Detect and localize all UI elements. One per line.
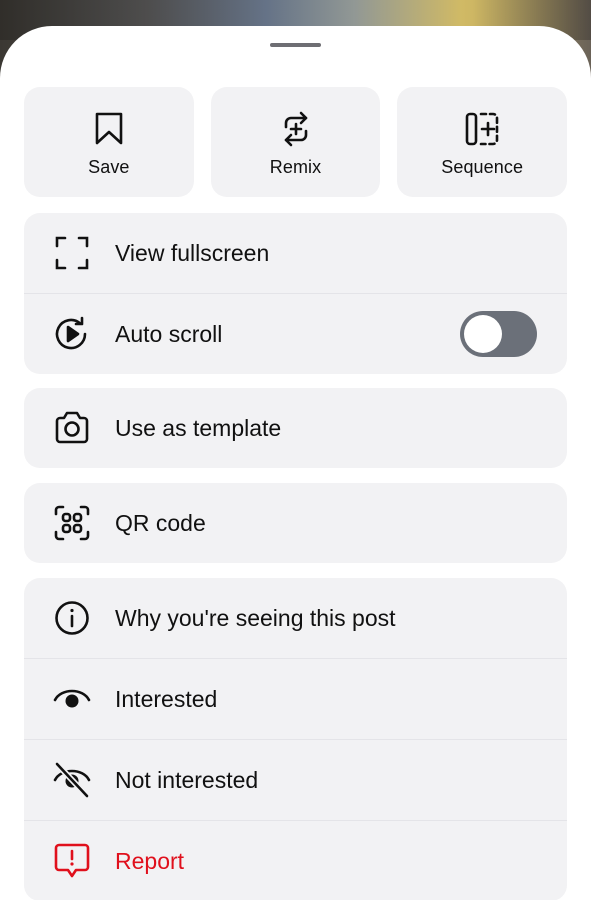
auto-scroll-label: Auto scroll [115, 320, 223, 347]
report-item[interactable]: Report [24, 820, 567, 900]
quick-actions-row: Save Remix Sequence [24, 87, 568, 197]
template-group: Use as template [24, 388, 567, 468]
bookmark-icon [91, 111, 127, 147]
sequence-label: Sequence [441, 157, 524, 177]
view-fullscreen-label: View fullscreen [115, 239, 270, 266]
save-label: Save [88, 157, 130, 177]
not-interested-item[interactable]: Not interested [24, 739, 567, 820]
view-options-group: View fullscreen Auto scroll [24, 213, 567, 374]
use-as-template-item[interactable]: Use as template [24, 388, 567, 468]
auto-scroll-toggle[interactable] [460, 311, 537, 357]
save-button[interactable]: Save [24, 87, 194, 197]
auto-scroll-icon [52, 314, 92, 354]
sequence-icon [464, 111, 500, 147]
fullscreen-icon [52, 233, 92, 273]
eye-slash-icon [52, 760, 92, 800]
use-as-template-label: Use as template [115, 414, 282, 441]
why-seeing-label: Why you're seeing this post [115, 604, 396, 631]
remix-label: Remix [269, 157, 322, 177]
view-fullscreen-item[interactable]: View fullscreen [24, 213, 567, 293]
info-icon [52, 598, 92, 638]
options-bottom-sheet: Save Remix Sequence View fullscreen Auto… [0, 26, 591, 900]
remix-button[interactable]: Remix [210, 87, 381, 197]
feedback-group: Why you're seeing this post Interested N… [24, 578, 567, 900]
report-icon [52, 841, 92, 881]
report-label: Report [115, 847, 185, 874]
interested-item[interactable]: Interested [24, 658, 567, 739]
sheet-grabber[interactable] [270, 43, 321, 47]
not-interested-label: Not interested [115, 766, 259, 793]
qr-code-icon [52, 503, 92, 543]
remix-icon [278, 111, 314, 147]
interested-label: Interested [115, 685, 218, 712]
qr-code-label: QR code [115, 509, 206, 536]
qr-group: QR code [24, 483, 567, 563]
eye-icon [52, 679, 92, 719]
qr-code-item[interactable]: QR code [24, 483, 567, 563]
auto-scroll-item: Auto scroll [24, 293, 567, 374]
why-seeing-item[interactable]: Why you're seeing this post [24, 578, 567, 658]
sequence-button[interactable]: Sequence [397, 87, 568, 197]
toggle-knob [464, 315, 502, 353]
camera-icon [52, 408, 92, 448]
